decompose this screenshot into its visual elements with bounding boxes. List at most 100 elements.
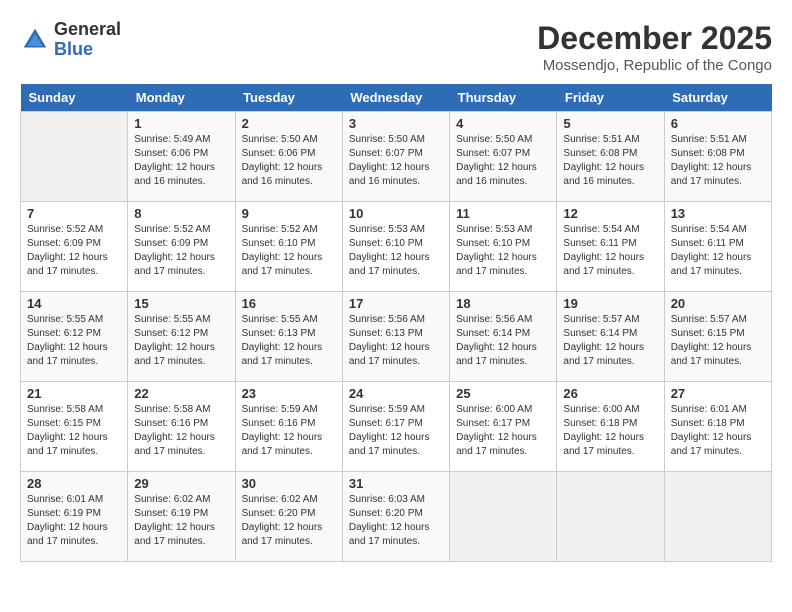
- day-info: Sunrise: 5:51 AM Sunset: 6:08 PM Dayligh…: [671, 133, 765, 189]
- day-info: Sunrise: 6:01 AM Sunset: 6:19 PM Dayligh…: [27, 493, 121, 549]
- logo-text: General Blue: [54, 20, 121, 60]
- day-info: Sunrise: 5:52 AM Sunset: 6:09 PM Dayligh…: [27, 223, 121, 279]
- day-info: Sunrise: 5:56 AM Sunset: 6:14 PM Dayligh…: [456, 313, 550, 369]
- day-info: Sunrise: 5:50 AM Sunset: 6:07 PM Dayligh…: [456, 133, 550, 189]
- day-number: 20: [671, 296, 765, 311]
- day-of-week-header: Saturday: [664, 84, 771, 112]
- day-of-week-header: Tuesday: [235, 84, 342, 112]
- calendar-cell: [557, 472, 664, 562]
- calendar-cell: 14 Sunrise: 5:55 AM Sunset: 6:12 PM Dayli…: [21, 292, 128, 382]
- calendar-cell: 17Sunrise: 5:56 AM Sunset: 6:13 PM Dayli…: [342, 292, 449, 382]
- day-number: 1: [134, 116, 228, 131]
- day-number: 21: [27, 386, 121, 401]
- calendar-cell: 2Sunrise: 5:50 AM Sunset: 6:06 PM Daylig…: [235, 112, 342, 202]
- day-number: 29: [134, 476, 228, 491]
- day-info: Sunrise: 5:58 AM Sunset: 6:16 PM Dayligh…: [134, 403, 228, 459]
- day-number: 25: [456, 386, 550, 401]
- day-info: Sunrise: 5:59 AM Sunset: 6:16 PM Dayligh…: [242, 403, 336, 459]
- calendar-cell: [450, 472, 557, 562]
- page-header: General Blue December 2025 Mossendjo, Re…: [20, 20, 772, 74]
- calendar-week-row: 28 Sunrise: 6:01 AM Sunset: 6:19 PM Dayli…: [21, 472, 772, 562]
- day-info: Sunrise: 5:55 AM Sunset: 6:13 PM Dayligh…: [242, 313, 336, 369]
- calendar-body: 1Sunrise: 5:49 AM Sunset: 6:06 PM Daylig…: [21, 112, 772, 562]
- day-info: Sunrise: 5:54 AM Sunset: 6:11 PM Dayligh…: [563, 223, 657, 279]
- day-info: Sunrise: 5:57 AM Sunset: 6:15 PM Dayligh…: [671, 313, 765, 369]
- day-number: 22: [134, 386, 228, 401]
- calendar-cell: 13Sunrise: 5:54 AM Sunset: 6:11 PM Dayli…: [664, 202, 771, 292]
- calendar-cell: 11Sunrise: 5:53 AM Sunset: 6:10 PM Dayli…: [450, 202, 557, 292]
- day-number: 12: [563, 206, 657, 221]
- logo-blue-text: Blue: [54, 39, 93, 59]
- day-of-week-header: Thursday: [450, 84, 557, 112]
- calendar-cell: 29 Sunrise: 6:02 AM Sunset: 6:19 PM Dayli…: [128, 472, 235, 562]
- day-number: 24: [349, 386, 443, 401]
- day-number: 9: [242, 206, 336, 221]
- calendar-header: SundayMondayTuesdayWednesdayThursdayFrid…: [21, 84, 772, 112]
- title-block: December 2025 Mossendjo, Republic of the…: [537, 20, 772, 74]
- calendar-cell: 31 Sunrise: 6:03 AM Sunset: 6:20 PM Dayli…: [342, 472, 449, 562]
- day-info: Sunrise: 5:55 AM Sunset: 6:12 PM Dayligh…: [134, 313, 228, 369]
- day-info: Sunrise: 5:57 AM Sunset: 6:14 PM Dayligh…: [563, 313, 657, 369]
- calendar-cell: 16 Sunrise: 5:55 AM Sunset: 6:13 PM Dayli…: [235, 292, 342, 382]
- day-info: Sunrise: 5:52 AM Sunset: 6:10 PM Dayligh…: [242, 223, 336, 279]
- calendar-cell: 12 Sunrise: 5:54 AM Sunset: 6:11 PM Dayli…: [557, 202, 664, 292]
- calendar-week-row: 14 Sunrise: 5:55 AM Sunset: 6:12 PM Dayli…: [21, 292, 772, 382]
- day-number: 15: [134, 296, 228, 311]
- calendar-cell: 9 Sunrise: 5:52 AM Sunset: 6:10 PM Daylig…: [235, 202, 342, 292]
- calendar-cell: 22 Sunrise: 5:58 AM Sunset: 6:16 PM Dayli…: [128, 382, 235, 472]
- day-of-week-header: Friday: [557, 84, 664, 112]
- calendar-cell: 26Sunrise: 6:00 AM Sunset: 6:18 PM Dayli…: [557, 382, 664, 472]
- day-number: 17: [349, 296, 443, 311]
- calendar-cell: 20 Sunrise: 5:57 AM Sunset: 6:15 PM Dayli…: [664, 292, 771, 382]
- day-number: 30: [242, 476, 336, 491]
- calendar-cell: 27 Sunrise: 6:01 AM Sunset: 6:18 PM Dayli…: [664, 382, 771, 472]
- day-info: Sunrise: 5:54 AM Sunset: 6:11 PM Dayligh…: [671, 223, 765, 279]
- calendar-cell: [21, 112, 128, 202]
- day-number: 23: [242, 386, 336, 401]
- day-info: Sunrise: 6:00 AM Sunset: 6:18 PM Dayligh…: [563, 403, 657, 459]
- day-number: 28: [27, 476, 121, 491]
- calendar-cell: 5Sunrise: 5:51 AM Sunset: 6:08 PM Daylig…: [557, 112, 664, 202]
- day-number: 7: [27, 206, 121, 221]
- month-year: December 2025: [537, 20, 772, 57]
- calendar-cell: 24Sunrise: 5:59 AM Sunset: 6:17 PM Dayli…: [342, 382, 449, 472]
- calendar-cell: 8Sunrise: 5:52 AM Sunset: 6:09 PM Daylig…: [128, 202, 235, 292]
- day-number: 31: [349, 476, 443, 491]
- logo-general-text: General: [54, 19, 121, 39]
- day-info: Sunrise: 5:53 AM Sunset: 6:10 PM Dayligh…: [456, 223, 550, 279]
- calendar-cell: 6 Sunrise: 5:51 AM Sunset: 6:08 PM Daylig…: [664, 112, 771, 202]
- day-number: 6: [671, 116, 765, 131]
- logo-icon: [20, 25, 50, 55]
- day-number: 16: [242, 296, 336, 311]
- day-number: 10: [349, 206, 443, 221]
- day-info: Sunrise: 5:55 AM Sunset: 6:12 PM Dayligh…: [27, 313, 121, 369]
- calendar-cell: 1Sunrise: 5:49 AM Sunset: 6:06 PM Daylig…: [128, 112, 235, 202]
- day-info: Sunrise: 6:01 AM Sunset: 6:18 PM Dayligh…: [671, 403, 765, 459]
- calendar-cell: 21Sunrise: 5:58 AM Sunset: 6:15 PM Dayli…: [21, 382, 128, 472]
- day-number: 18: [456, 296, 550, 311]
- day-info: Sunrise: 5:53 AM Sunset: 6:10 PM Dayligh…: [349, 223, 443, 279]
- day-number: 27: [671, 386, 765, 401]
- calendar-cell: 30 Sunrise: 6:02 AM Sunset: 6:20 PM Dayli…: [235, 472, 342, 562]
- day-number: 2: [242, 116, 336, 131]
- calendar-cell: 28 Sunrise: 6:01 AM Sunset: 6:19 PM Dayli…: [21, 472, 128, 562]
- day-number: 3: [349, 116, 443, 131]
- header-row: SundayMondayTuesdayWednesdayThursdayFrid…: [21, 84, 772, 112]
- day-of-week-header: Sunday: [21, 84, 128, 112]
- day-info: Sunrise: 6:00 AM Sunset: 6:17 PM Dayligh…: [456, 403, 550, 459]
- day-info: Sunrise: 6:02 AM Sunset: 6:19 PM Dayligh…: [134, 493, 228, 549]
- calendar-cell: 3Sunrise: 5:50 AM Sunset: 6:07 PM Daylig…: [342, 112, 449, 202]
- day-info: Sunrise: 6:03 AM Sunset: 6:20 PM Dayligh…: [349, 493, 443, 549]
- calendar-cell: 25 Sunrise: 6:00 AM Sunset: 6:17 PM Dayli…: [450, 382, 557, 472]
- location: Mossendjo, Republic of the Congo: [537, 57, 772, 74]
- calendar-cell: [664, 472, 771, 562]
- day-info: Sunrise: 5:51 AM Sunset: 6:08 PM Dayligh…: [563, 133, 657, 189]
- day-of-week-header: Monday: [128, 84, 235, 112]
- day-info: Sunrise: 5:52 AM Sunset: 6:09 PM Dayligh…: [134, 223, 228, 279]
- day-info: Sunrise: 6:02 AM Sunset: 6:20 PM Dayligh…: [242, 493, 336, 549]
- calendar-cell: 7 Sunrise: 5:52 AM Sunset: 6:09 PM Daylig…: [21, 202, 128, 292]
- day-number: 4: [456, 116, 550, 131]
- calendar-cell: 18 Sunrise: 5:56 AM Sunset: 6:14 PM Dayli…: [450, 292, 557, 382]
- calendar-cell: 19Sunrise: 5:57 AM Sunset: 6:14 PM Dayli…: [557, 292, 664, 382]
- day-number: 14: [27, 296, 121, 311]
